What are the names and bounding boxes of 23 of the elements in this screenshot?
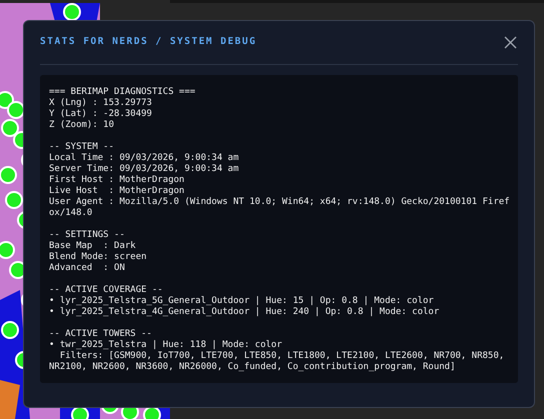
debug-line: X (Lng) : 153.29773 — [49, 98, 153, 109]
debug-line: === BERIMAP DIAGNOSTICS === — [49, 87, 196, 98]
close-button[interactable] — [502, 34, 518, 50]
debug-line: User Agent : Mozilla/5.0 (Windows NT 10.0; Win64; x64; rv:148.0) Gecko/20100101 Firefox/148.0 — [49, 197, 510, 219]
debug-line: First Host : MotherDragon — [49, 175, 186, 186]
debug-line: Filters: [GSM900, IoT700, LTE700, LTE850, LTE1800, LTE2100, LTE2600, NR700, NR850, NR2100, NR2600, NR3600, NR26000, Co_funded, Co_contribution_program, Round] — [49, 351, 506, 373]
debug-line: Blend Mode: screen — [49, 252, 148, 263]
debug-line: -- SETTINGS -- — [49, 230, 126, 241]
dialog-title: STATS FOR NERDS / SYSTEM DEBUG — [40, 35, 257, 50]
debug-line: -- ACTIVE TOWERS -- — [49, 329, 153, 340]
close-icon — [504, 36, 516, 49]
debug-line: Base Map : Dark — [49, 241, 137, 252]
debug-line: Z (Zoom): 10 — [49, 120, 116, 131]
debug-line: -- SYSTEM -- — [49, 142, 116, 153]
debug-line: -- ACTIVE COVERAGE -- — [49, 285, 164, 296]
debug-line: • lyr_2025_Telstra_4G_General_Outdoor | Hue: 240 | Op: 0.8 | Mode: color — [49, 307, 440, 318]
debug-line: Advanced : ON — [49, 263, 126, 274]
debug-line: • twr_2025_Telstra | Hue: 118 | Mode: color — [49, 340, 283, 351]
debug-line: Local Time : 09/03/2026, 9:00:34 am — [49, 153, 240, 164]
debug-line: • lyr_2025_Telstra_5G_General_Outdoor | Hue: 15 | Op: 0.8 | Mode: color — [49, 296, 435, 307]
debug-line: Y (Lat) : -28.30499 — [49, 109, 153, 120]
debug-line: Live Host : MotherDragon — [49, 186, 186, 197]
debug-line: Server Time: 09/03/2026, 9:00:34 am — [49, 164, 240, 175]
